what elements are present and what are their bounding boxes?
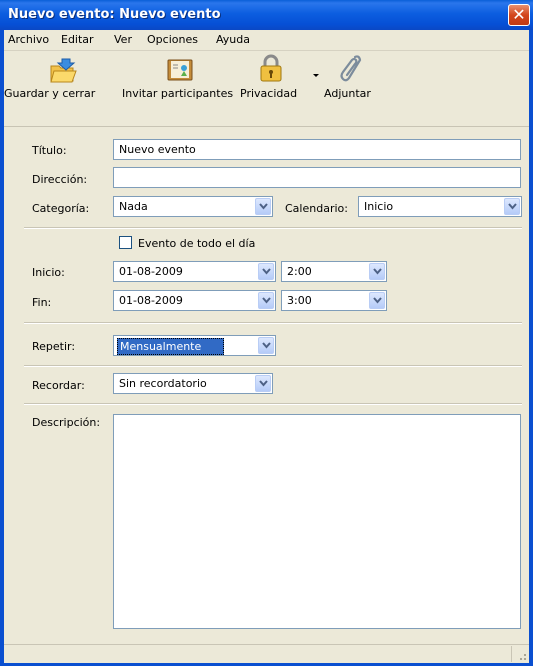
close-button[interactable]: ✕	[508, 4, 530, 26]
chevron-down-icon	[262, 297, 271, 304]
save-close-label: Guardar y cerrar	[4, 87, 96, 100]
category-select[interactable]: Nada	[113, 196, 273, 217]
save-close-folder-icon	[50, 58, 77, 83]
title-input[interactable]: Nuevo evento	[113, 139, 521, 160]
privacy-dropdown-arrow[interactable]	[312, 69, 320, 77]
title-bar[interactable]: Nuevo evento: Nuevo evento ✕	[0, 0, 533, 30]
address-input[interactable]	[113, 167, 521, 188]
remind-value: Sin recordatorio	[119, 377, 207, 390]
menu-archivo[interactable]: Archivo	[8, 33, 49, 46]
attach-label: Adjuntar	[324, 87, 371, 100]
end-time-dropdown-button[interactable]	[369, 292, 385, 309]
end-date-dropdown-button[interactable]	[258, 292, 274, 309]
chevron-down-icon	[508, 203, 517, 210]
end-date-value: 01-08-2009	[119, 294, 183, 307]
calendar-select[interactable]: Inicio	[358, 196, 522, 217]
end-time-select[interactable]: 3:00	[281, 290, 387, 311]
lock-icon	[260, 54, 282, 82]
start-date-select[interactable]: 01-08-2009	[113, 261, 276, 282]
separator	[24, 365, 522, 367]
allday-checkbox[interactable]	[119, 236, 132, 249]
status-bar	[4, 644, 529, 663]
remind-label: Recordar:	[32, 379, 85, 392]
chevron-down-icon	[373, 297, 382, 304]
privacy-label: Privacidad	[240, 87, 298, 100]
chevron-down-icon	[259, 380, 268, 387]
start-date-value: 01-08-2009	[119, 265, 183, 278]
calendar-value: Inicio	[364, 200, 394, 213]
event-window: Nuevo evento: Nuevo evento ✕ Archivo Edi…	[0, 0, 533, 666]
window-client-area: Archivo Editar Ver Opciones Ayuda Guarda…	[4, 30, 529, 663]
calendar-dropdown-button[interactable]	[504, 198, 520, 215]
repeat-select[interactable]: Mensualmente	[113, 335, 276, 356]
end-date-select[interactable]: 01-08-2009	[113, 290, 276, 311]
attach-button[interactable]: Adjuntar	[322, 51, 382, 105]
remind-dropdown-button[interactable]	[255, 375, 271, 392]
calendar-label: Calendario:	[285, 202, 348, 215]
end-label: Fin:	[32, 296, 52, 309]
separator	[24, 322, 522, 324]
remind-select[interactable]: Sin recordatorio	[113, 373, 273, 394]
chevron-down-icon	[259, 203, 268, 210]
menu-ayuda[interactable]: Ayuda	[216, 33, 250, 46]
category-value: Nada	[119, 200, 148, 213]
chevron-down-icon	[313, 74, 319, 77]
category-dropdown-button[interactable]	[255, 198, 271, 215]
repeat-value: Mensualmente	[117, 338, 225, 355]
start-time-value: 2:00	[287, 265, 312, 278]
menu-opciones[interactable]: Opciones	[147, 33, 198, 46]
save-close-button[interactable]: Guardar y cerrar	[4, 51, 116, 105]
description-textarea[interactable]	[113, 414, 521, 629]
start-time-select[interactable]: 2:00	[281, 261, 387, 282]
start-label: Inicio:	[32, 266, 65, 279]
chevron-down-icon	[262, 342, 271, 349]
window-title: Nuevo evento: Nuevo evento	[8, 7, 221, 22]
paperclip-icon	[340, 55, 362, 82]
start-date-dropdown-button[interactable]	[258, 263, 274, 280]
repeat-dropdown-button[interactable]	[258, 337, 274, 354]
description-label: Descripción:	[32, 416, 101, 429]
allday-label: Evento de todo el día	[138, 237, 256, 250]
privacy-button[interactable]: Privacidad	[240, 51, 312, 105]
resize-grip-icon[interactable]	[516, 650, 527, 661]
separator	[24, 403, 522, 405]
menu-bar: Archivo Editar Ver Opciones Ayuda	[4, 30, 529, 51]
chevron-down-icon	[373, 268, 382, 275]
status-divider	[511, 646, 512, 662]
menu-editar[interactable]: Editar	[61, 33, 94, 46]
invite-participants-label: Invitar participantes	[122, 87, 234, 100]
menu-ver[interactable]: Ver	[114, 33, 132, 46]
chevron-down-icon	[262, 268, 271, 275]
invite-book-icon	[167, 59, 193, 81]
separator	[24, 227, 522, 229]
invite-participants-button[interactable]: Invitar participantes	[122, 51, 238, 105]
toolbar: Guardar y cerrar Invitar participantes P…	[4, 51, 529, 127]
window-frame-right	[529, 30, 533, 666]
address-label: Dirección:	[32, 173, 88, 186]
end-time-value: 3:00	[287, 294, 312, 307]
title-label: Título:	[32, 144, 67, 157]
category-label: Categoría:	[32, 202, 90, 215]
repeat-label: Repetir:	[32, 340, 76, 353]
start-time-dropdown-button[interactable]	[369, 263, 385, 280]
